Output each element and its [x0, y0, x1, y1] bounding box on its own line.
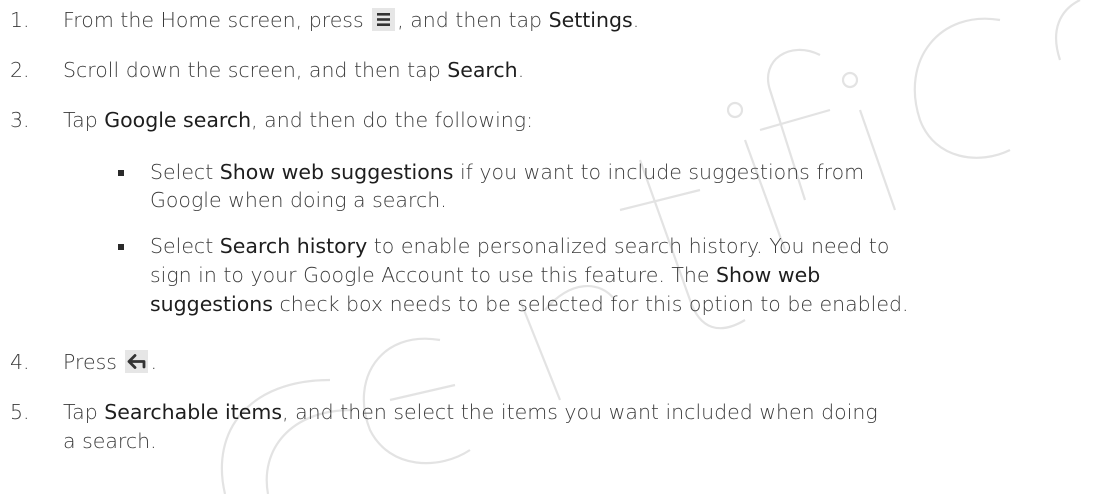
step-number: 4.: [10, 350, 30, 374]
step-text: Scroll down the screen, and then tap Sea…: [63, 58, 525, 82]
search-history-label: Search history: [219, 234, 368, 258]
show-web-suggestions-label: Show web suggestions: [219, 160, 454, 184]
google-search-label: Google search: [104, 108, 252, 132]
sub-step-line: Select Show web suggestions if you want …: [150, 160, 865, 184]
searchable-items-label: Searchable items: [104, 400, 283, 424]
sub-step-line: Google when doing a search.: [150, 188, 447, 212]
bullet-icon: [118, 170, 124, 176]
step-text: Press .: [63, 350, 158, 374]
step-number: 2.: [10, 58, 30, 82]
step-number: 1.: [10, 8, 30, 32]
back-icon: [125, 350, 149, 373]
step-text: Tap Searchable items, and then select th…: [63, 400, 878, 424]
sub-step-line: suggestions check box needs to be select…: [150, 292, 909, 316]
sub-step-line: sign in to your Google Account to use th…: [150, 263, 821, 287]
step-text: Tap Google search, and then do the follo…: [63, 108, 533, 132]
suggestions-label: suggestions: [150, 292, 273, 316]
bullet-icon: [118, 244, 124, 250]
settings-label: Settings: [548, 8, 633, 32]
sub-step-line: Select Search history to enable personal…: [150, 234, 890, 258]
step-number: 3.: [10, 108, 30, 132]
step-number: 5.: [10, 400, 30, 424]
menu-icon: [372, 8, 396, 31]
search-label: Search: [447, 58, 518, 82]
step-text: a search.: [63, 429, 157, 453]
show-web-label: Show web: [716, 263, 821, 287]
step-text: From the Home screen, press , and then t…: [63, 8, 640, 32]
